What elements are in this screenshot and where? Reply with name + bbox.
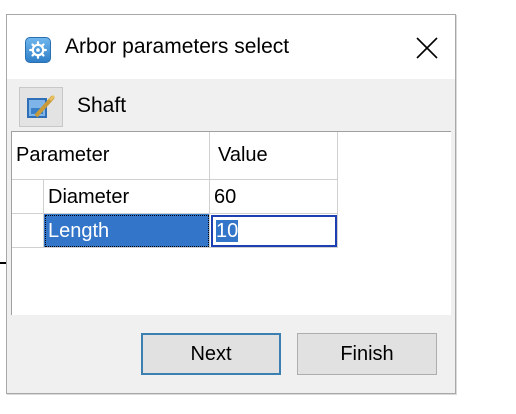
value-edit-text: 10: [216, 220, 239, 242]
gear-settings-icon: [25, 37, 51, 63]
grid-header: Parameter Value: [12, 132, 338, 180]
title-bar: Arbor parameters select: [7, 15, 455, 79]
value-edit-input[interactable]: 10: [211, 215, 337, 247]
close-button[interactable]: [399, 25, 455, 71]
row-header[interactable]: [12, 214, 44, 248]
value-cell-editing[interactable]: 10: [210, 214, 338, 248]
window-title: Arbor parameters select: [65, 35, 290, 58]
value-cell[interactable]: 60: [210, 180, 338, 214]
column-header-value[interactable]: Value: [210, 132, 338, 180]
row-header[interactable]: [12, 180, 44, 214]
shaft-edit-icon: [19, 87, 63, 127]
parameters-grid[interactable]: Parameter Value Diameter 60 Length 10: [11, 131, 451, 315]
close-x-icon: [416, 37, 438, 59]
dialog-window: Arbor parameters select Shaft Parameter …: [6, 14, 456, 394]
grid-row-selected[interactable]: Length 10: [12, 214, 338, 248]
next-button[interactable]: Next: [141, 333, 281, 375]
shaft-button[interactable]: Shaft: [15, 87, 155, 129]
parameter-cell-selected[interactable]: Length: [44, 214, 210, 248]
toolbar: Shaft: [11, 83, 451, 133]
parameter-cell[interactable]: Diameter: [44, 180, 210, 214]
grid-row[interactable]: Diameter 60: [12, 180, 338, 214]
column-header-parameter[interactable]: Parameter: [12, 132, 210, 180]
shaft-label: Shaft: [77, 94, 127, 117]
finish-button[interactable]: Finish: [297, 333, 437, 375]
